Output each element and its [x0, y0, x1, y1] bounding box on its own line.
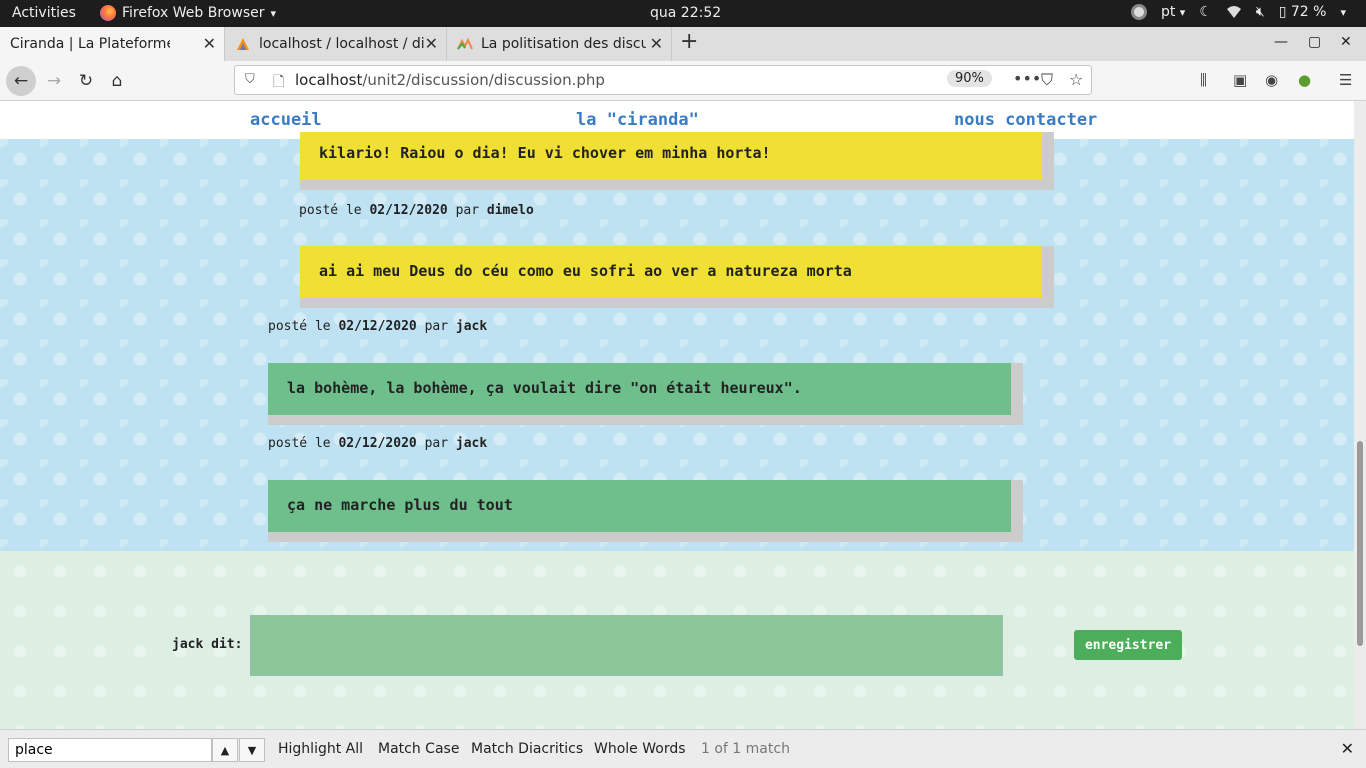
comment-form: jack dit: enregistrer	[0, 551, 1354, 729]
match-diacritics-toggle[interactable]: Match Diacritics	[471, 741, 583, 757]
star-icon[interactable]: ☆	[1069, 70, 1083, 89]
arrow-right-icon: →	[46, 71, 62, 91]
tab-label: La politisation des discus	[481, 36, 646, 52]
home-button[interactable]: ⌂	[103, 67, 131, 95]
message-meta: posté le 02/12/2020 par jack	[268, 319, 488, 334]
forward-button[interactable]: →	[40, 67, 68, 95]
page-content: accueil la "ciranda" nous contacter kila…	[0, 101, 1354, 729]
close-icon[interactable]: ✕	[203, 34, 216, 53]
message-text: la bohème, la bohème, ça voulait dire "o…	[268, 363, 1023, 415]
zoom-indicator[interactable]: 90%	[947, 70, 992, 87]
close-icon[interactable]: ✕	[425, 34, 438, 53]
highlight-all-toggle[interactable]: Highlight All	[278, 741, 363, 757]
pocket-icon[interactable]: ⛉	[1041, 70, 1053, 90]
whole-words-toggle[interactable]: Whole Words	[594, 741, 686, 757]
close-icon[interactable]: ✕	[650, 34, 663, 53]
clock[interactable]: qua 22:52	[650, 5, 721, 21]
find-status: 1 of 1 match	[701, 741, 790, 757]
find-bar: ▲ ▼ Highlight All Match Case Match Diacr…	[0, 729, 1366, 768]
close-window-button[interactable]: ✕	[1340, 34, 1352, 50]
page-actions-icon[interactable]: •••	[1013, 69, 1041, 88]
shield-icon[interactable]: ⛉	[245, 72, 255, 87]
tab-label: localhost / localhost / dis	[259, 36, 424, 52]
url-text[interactable]: localhost/unit2/discussion/discussion.ph…	[295, 71, 605, 89]
language-indicator[interactable]: pt ▾	[1161, 4, 1185, 20]
message-meta: posté le 02/12/2020 par dimelo	[299, 203, 534, 218]
chevron-down-icon: ▾	[270, 6, 277, 20]
nav-link-accueil[interactable]: accueil	[250, 110, 322, 130]
system-tray[interactable]: pt ▾ ☾ 🔇︎ ▯ 72 % ▾	[1130, 4, 1346, 20]
submit-button[interactable]: enregistrer	[1074, 630, 1182, 660]
chevron-down-icon: ▾	[1179, 6, 1186, 19]
minimize-button[interactable]: —	[1274, 34, 1288, 50]
nav-link-ciranda[interactable]: la "ciranda"	[576, 110, 699, 130]
find-input[interactable]	[8, 738, 212, 762]
activities-button[interactable]: Activities	[12, 5, 76, 21]
account-icon[interactable]: ◉	[1265, 71, 1278, 89]
nav-toolbar: ← → ↻ ⌂ ⛉ 🗋︎ localhost/unit2/discussion/…	[0, 61, 1366, 101]
reload-icon: ↻	[78, 71, 94, 91]
reload-button[interactable]: ↻	[72, 67, 100, 95]
app-name: Firefox Web Browser	[122, 5, 265, 21]
back-button[interactable]: ←	[6, 66, 36, 96]
page-scrollbar[interactable]	[1354, 101, 1366, 729]
close-icon[interactable]: ✕	[1341, 739, 1354, 758]
nav-link-contact[interactable]: nous contacter	[954, 110, 1097, 130]
message-shadow	[300, 180, 1054, 190]
maximize-button[interactable]: ▢	[1308, 34, 1321, 50]
url-bar[interactable]: ⛉ 🗋︎ localhost/unit2/discussion/discussi…	[234, 65, 1092, 95]
library-icon[interactable]: ⫼	[1200, 71, 1207, 89]
tab-label: Ciranda | La Plateforme	[10, 36, 170, 52]
message-meta: posté le 02/12/2020 par jack	[268, 436, 488, 451]
battery-indicator: ▯ 72 %	[1278, 4, 1327, 20]
phpmyadmin-icon	[237, 38, 249, 50]
form-label: jack dit:	[172, 637, 243, 652]
system-top-bar: Activities Firefox Web Browser ▾ qua 22:…	[0, 0, 1366, 27]
message-shadow	[300, 298, 1054, 308]
app-menu[interactable]: Firefox Web Browser ▾	[100, 5, 276, 21]
chevron-down-icon: ▼	[247, 743, 257, 757]
page-info-icon[interactable]: 🗋︎	[273, 71, 284, 95]
message-text: ça ne marche plus du tout	[268, 480, 1023, 532]
tab-strip: Ciranda | La Plateforme ✕ localhost / lo…	[0, 27, 1366, 61]
record-indicator-icon	[1130, 4, 1147, 20]
site-favicon-icon	[457, 37, 473, 50]
night-light-icon: ☾	[1199, 4, 1212, 20]
message-text: ai ai meu Deus do céu como eu sofri ao v…	[300, 246, 1054, 298]
tab-phpmyadmin[interactable]: localhost / localhost / dis ✕	[225, 27, 447, 61]
tab-ciranda[interactable]: Ciranda | La Plateforme ✕	[0, 27, 225, 61]
location-extension-icon[interactable]: ●	[1298, 71, 1311, 89]
message-text: kilario! Raiou o dia! Eu vi chover em mi…	[300, 132, 1054, 180]
chevron-up-icon: ▲	[220, 743, 230, 757]
wifi-icon	[1226, 6, 1241, 18]
volume-icon: 🔇︎	[1255, 4, 1265, 20]
message-shadow	[268, 415, 1023, 425]
chevron-down-icon: ▾	[1340, 5, 1346, 19]
sidebar-icon[interactable]: ▣	[1233, 71, 1247, 89]
new-tab-button[interactable]: +	[680, 29, 698, 54]
find-next-button[interactable]: ▼	[239, 738, 265, 762]
message-textarea[interactable]	[250, 615, 1003, 676]
home-icon: ⌂	[111, 71, 123, 91]
scrollbar-thumb[interactable]	[1357, 441, 1363, 646]
find-previous-button[interactable]: ▲	[212, 738, 238, 762]
battery-icon: ▯	[1278, 4, 1287, 20]
discussion-area: kilario! Raiou o dia! Eu vi chover em mi…	[0, 132, 1354, 551]
firefox-icon	[100, 5, 116, 21]
tab-politisation[interactable]: La politisation des discus ✕	[447, 27, 672, 61]
arrow-left-icon: ←	[13, 71, 29, 91]
match-case-toggle[interactable]: Match Case	[378, 741, 459, 757]
menu-icon[interactable]: ☰	[1339, 71, 1352, 89]
message-shadow	[268, 532, 1023, 542]
